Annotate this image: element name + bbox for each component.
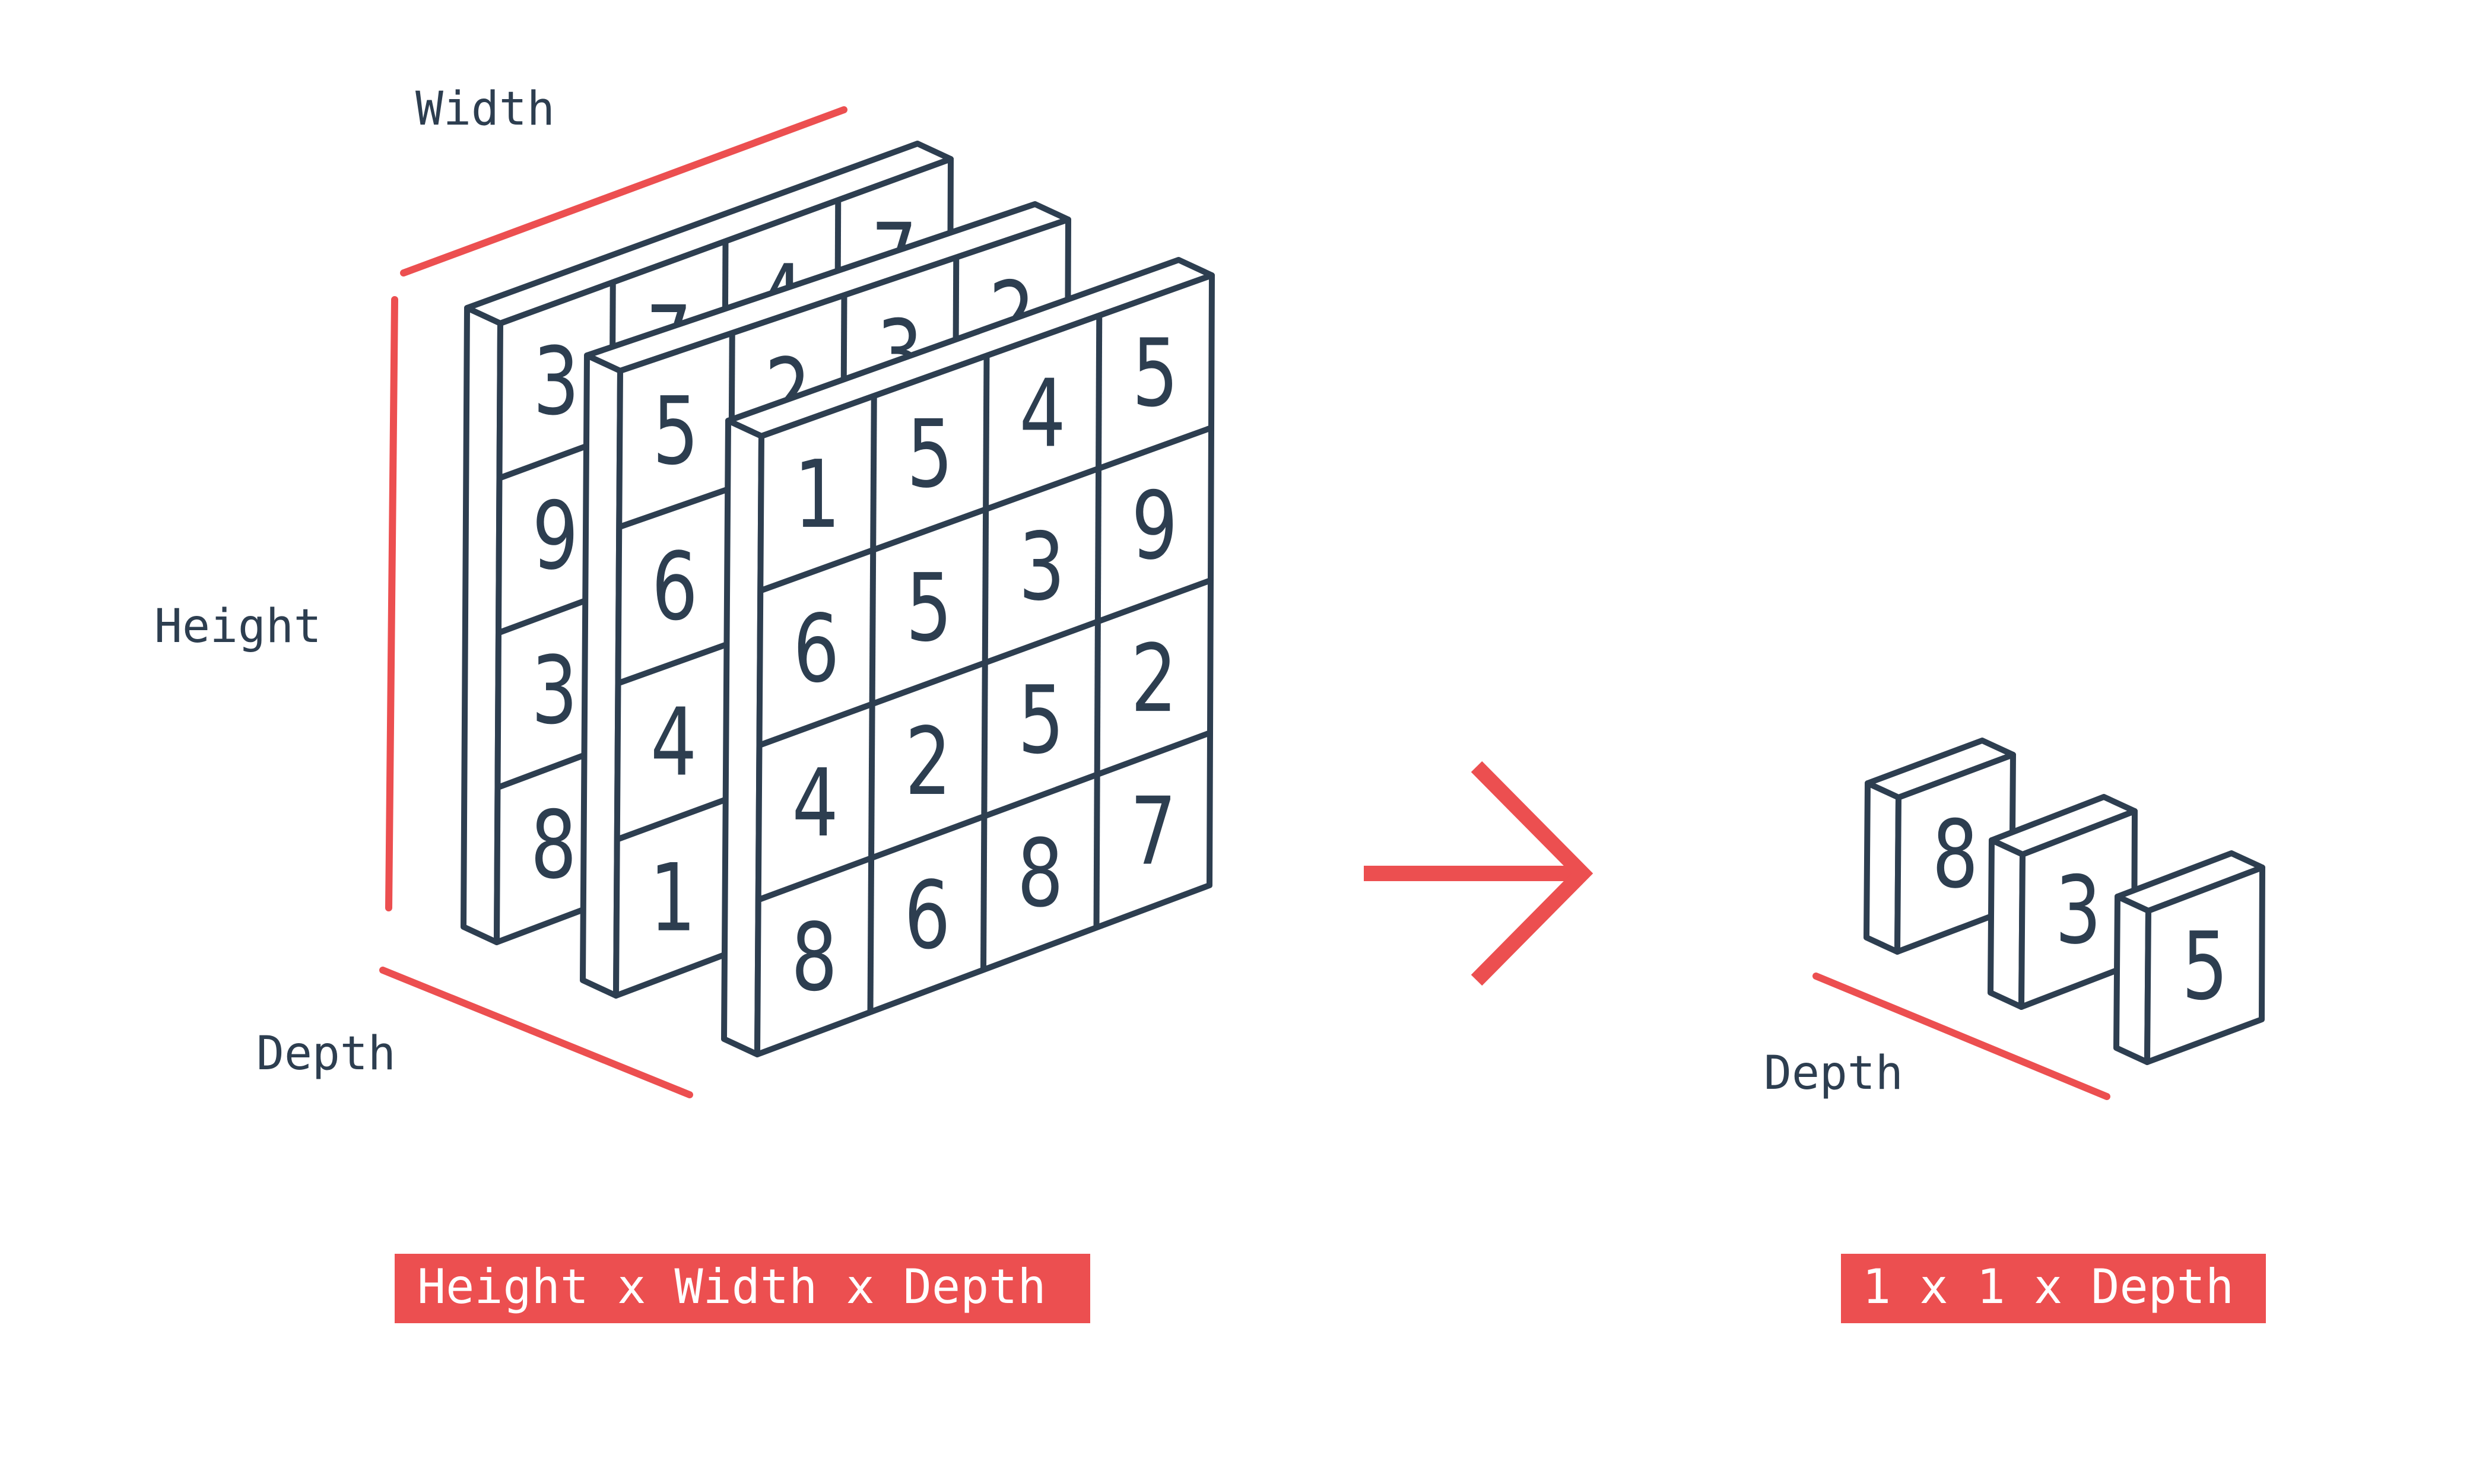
output-volume: 835 bbox=[1864, 738, 2265, 1065]
grid-line bbox=[1093, 315, 1103, 928]
cell-value: 5 bbox=[1132, 319, 1178, 428]
cell-value: 2 bbox=[1131, 625, 1177, 733]
slab-side-face bbox=[2113, 894, 2151, 1065]
cell-value: 3 bbox=[533, 328, 579, 436]
input-shape-badge: Height x Width x Depth bbox=[395, 1254, 1090, 1323]
output-depth-label: Depth bbox=[1764, 1047, 1903, 1100]
output-shape-text: 1 x 1 x Depth bbox=[1862, 1259, 2234, 1314]
cell-value: 8 bbox=[791, 904, 837, 1012]
diagram-canvas: Width Height Depth Depth 374793852326411… bbox=[154, 82, 2266, 1323]
cell-value: 5 bbox=[1018, 666, 1064, 775]
cell-value: 3 bbox=[531, 637, 577, 745]
cell-value: 9 bbox=[532, 482, 579, 591]
cell-value: 3 bbox=[1018, 513, 1065, 622]
output-tile-3: 5 bbox=[2113, 850, 2265, 1065]
cell-value: 6 bbox=[652, 533, 698, 641]
cell-value: 1 bbox=[794, 441, 840, 549]
cell-value: 7 bbox=[1130, 778, 1176, 886]
cell-value: 8 bbox=[1932, 801, 1978, 910]
cell-value: 3 bbox=[2055, 857, 2101, 965]
slab-side-face bbox=[1864, 780, 1901, 955]
width-label: Width bbox=[415, 82, 555, 136]
cell-value: 5 bbox=[907, 401, 953, 509]
cell-value: 6 bbox=[904, 862, 950, 970]
output-shape-badge: 1 x 1 x Depth bbox=[1841, 1254, 2266, 1323]
slab-side-face bbox=[1988, 837, 2026, 1010]
cell-value: 5 bbox=[652, 377, 699, 486]
cell-value: 5 bbox=[906, 554, 952, 663]
cell-value: 4 bbox=[1020, 360, 1066, 469]
arrow-right-icon bbox=[1364, 761, 1593, 986]
input-volume: 374793852326411545653942528687 bbox=[461, 141, 1215, 1057]
cell-value: 5 bbox=[2182, 913, 2228, 1021]
cell-value: 9 bbox=[1131, 472, 1177, 581]
height-label: Height bbox=[154, 600, 322, 653]
cell-value: 4 bbox=[792, 749, 839, 858]
depth-guide-line bbox=[379, 967, 693, 1098]
cell-value: 2 bbox=[905, 708, 951, 816]
cell-value: 4 bbox=[650, 689, 697, 797]
cell-value: 1 bbox=[649, 844, 696, 953]
height-guide-line bbox=[385, 296, 398, 911]
cell-value: 8 bbox=[1017, 820, 1064, 929]
depth-label: Depth bbox=[256, 1027, 396, 1081]
cell-value: 8 bbox=[531, 792, 577, 900]
cell-value: 6 bbox=[793, 595, 839, 704]
input-shape-text: Height x Width x Depth bbox=[417, 1259, 1046, 1314]
